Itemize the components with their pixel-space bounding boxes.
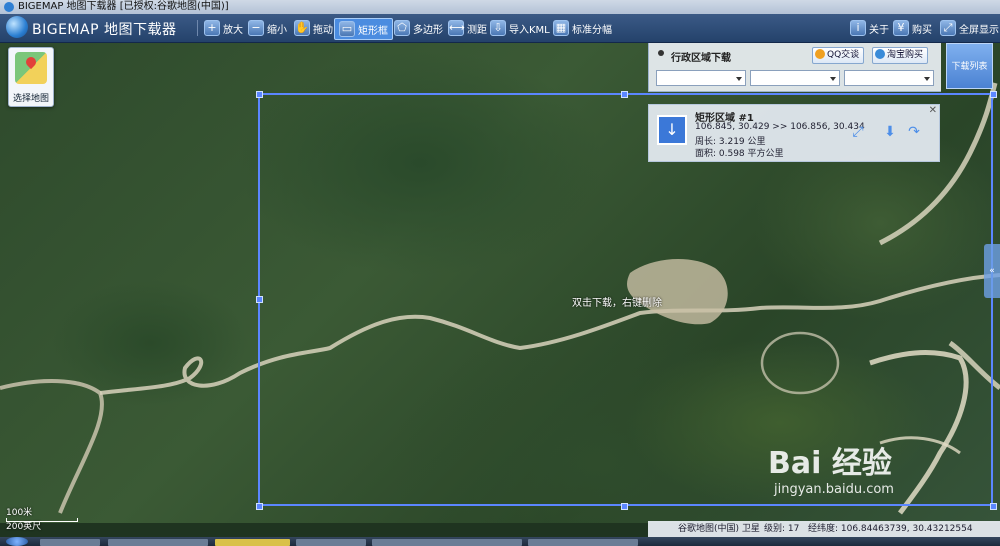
kml-import-icon: ⇩ bbox=[490, 20, 506, 36]
resize-handle-n[interactable] bbox=[621, 91, 628, 98]
rectangle-icon: ▭ bbox=[339, 21, 355, 37]
region-coords: 106.845, 30.429 >> 106.856, 30.434 bbox=[695, 122, 865, 132]
grid-icon: ▦ bbox=[553, 20, 569, 36]
watermark-url: jingyan.baidu.com bbox=[774, 482, 894, 497]
map-hint: 双击下载，右键删除 bbox=[572, 298, 662, 309]
google-maps-icon bbox=[15, 52, 47, 84]
buy-button[interactable]: ¥ 购买 bbox=[893, 18, 932, 38]
bigemap-logo-icon bbox=[6, 16, 28, 38]
window-titlebar: BIGEMAP 地图下载器 [已授权:谷歌地图(中国)] bbox=[0, 0, 1000, 14]
region-area: 面积: 0.598 平方公里 bbox=[695, 149, 784, 159]
download-icon[interactable]: ⬇ bbox=[881, 123, 899, 141]
admin-region-panel: 行政区域下载 QQ交谈 淘宝购买 bbox=[648, 43, 941, 92]
resize-handle-se[interactable] bbox=[990, 503, 997, 510]
main-toolbar: BIGEMAP 地图下载器 + 放大 − 缩小 ✋ 拖动 ▭ 矩形框 ⬠ 多边形 ⟷ 测距 … bbox=[0, 14, 1000, 43]
cart-icon: ¥ bbox=[893, 20, 909, 36]
scale-imperial: 200英尺 bbox=[6, 522, 42, 532]
pin-icon bbox=[658, 50, 664, 56]
zoom-out-button[interactable]: − 缩小 bbox=[248, 18, 287, 38]
district-select[interactable] bbox=[844, 70, 934, 86]
region-card[interactable]: ↓ 矩形区域 #1 106.845, 30.429 >> 106.856, 30… bbox=[648, 104, 940, 162]
map-source: 谷歌地图(中国) 卫星 bbox=[678, 524, 760, 534]
zoom-level: 级别: 17 bbox=[764, 524, 800, 534]
collapse-panel-icon[interactable]: « bbox=[984, 244, 1000, 298]
select-map-label: 选择地图 bbox=[12, 94, 49, 104]
start-button[interactable] bbox=[6, 537, 28, 546]
rectangle-button[interactable]: ▭ 矩形框 bbox=[334, 18, 393, 40]
close-icon[interactable]: ✕ bbox=[929, 105, 937, 116]
status-bar: 谷歌地图(中国) 卫星 级别: 17 经纬度: 106.84463739, 30… bbox=[648, 521, 1000, 537]
taskbar-item[interactable] bbox=[108, 539, 208, 546]
taskbar-item[interactable] bbox=[215, 539, 290, 546]
import-kml-button[interactable]: ⇩ 导入KML bbox=[490, 18, 550, 38]
resize-handle-s[interactable] bbox=[621, 503, 628, 510]
cursor-coords: 经纬度: 106.84463739, 30.43212554 bbox=[808, 524, 973, 534]
fullscreen-icon: ⤢ bbox=[940, 20, 956, 36]
locate-region-icon[interactable]: ⤢ bbox=[849, 123, 867, 141]
admin-panel-title: 行政区域下载 bbox=[671, 53, 731, 64]
province-select[interactable] bbox=[656, 70, 746, 86]
download-arrow-icon[interactable]: ↓ bbox=[657, 115, 687, 145]
polygon-button[interactable]: ⬠ 多边形 bbox=[394, 18, 443, 38]
taskbar-item[interactable] bbox=[372, 539, 522, 546]
ruler-icon: ⟷ bbox=[448, 20, 465, 36]
resize-handle-w[interactable] bbox=[256, 296, 263, 303]
download-list-button[interactable]: 下载列表 bbox=[946, 43, 993, 89]
polygon-icon: ⬠ bbox=[394, 20, 410, 36]
select-map-button[interactable]: 选择地图 bbox=[8, 47, 54, 107]
taskbar-item[interactable] bbox=[528, 539, 638, 546]
app-brand: BIGEMAP 地图下载器 bbox=[32, 22, 177, 38]
resize-handle-ne[interactable] bbox=[990, 91, 997, 98]
standard-grid-button[interactable]: ▦ 标准分幅 bbox=[553, 18, 612, 38]
app-icon bbox=[4, 2, 14, 12]
taskbar-item[interactable] bbox=[296, 539, 366, 546]
share-icon[interactable]: ↷ bbox=[905, 123, 923, 141]
taobao-icon bbox=[875, 49, 885, 59]
toolbar-separator bbox=[197, 20, 198, 36]
watermark-logo: Bai 经验 bbox=[768, 446, 892, 481]
qq-icon bbox=[815, 49, 825, 59]
chevron-down-icon bbox=[736, 77, 742, 81]
chevron-down-icon bbox=[830, 77, 836, 81]
chevron-down-icon bbox=[924, 77, 930, 81]
scale-bar: 100米 200英尺 bbox=[6, 508, 78, 533]
zoom-in-button[interactable]: + 放大 bbox=[204, 18, 243, 38]
scale-bar-line bbox=[6, 518, 78, 522]
taskbar-item[interactable] bbox=[40, 539, 100, 546]
os-taskbar bbox=[0, 537, 1000, 546]
measure-button[interactable]: ⟷ 测距 bbox=[448, 18, 487, 38]
window-title: BIGEMAP 地图下载器 [已授权:谷歌地图(中国)] bbox=[18, 1, 229, 12]
city-select[interactable] bbox=[750, 70, 840, 86]
pan-button[interactable]: ✋ 拖动 bbox=[294, 18, 333, 38]
zoom-out-icon: − bbox=[248, 20, 264, 36]
resize-handle-sw[interactable] bbox=[256, 503, 263, 510]
taobao-buy-button[interactable]: 淘宝购买 bbox=[872, 47, 929, 64]
info-icon: i bbox=[850, 20, 866, 36]
zoom-in-icon: + bbox=[204, 20, 220, 36]
resize-handle-nw[interactable] bbox=[256, 91, 263, 98]
qq-chat-button[interactable]: QQ交谈 bbox=[812, 47, 865, 64]
hand-icon: ✋ bbox=[294, 20, 310, 36]
about-button[interactable]: i 关于 bbox=[850, 18, 889, 38]
fullscreen-button[interactable]: ⤢ 全屏显示 bbox=[940, 18, 999, 38]
